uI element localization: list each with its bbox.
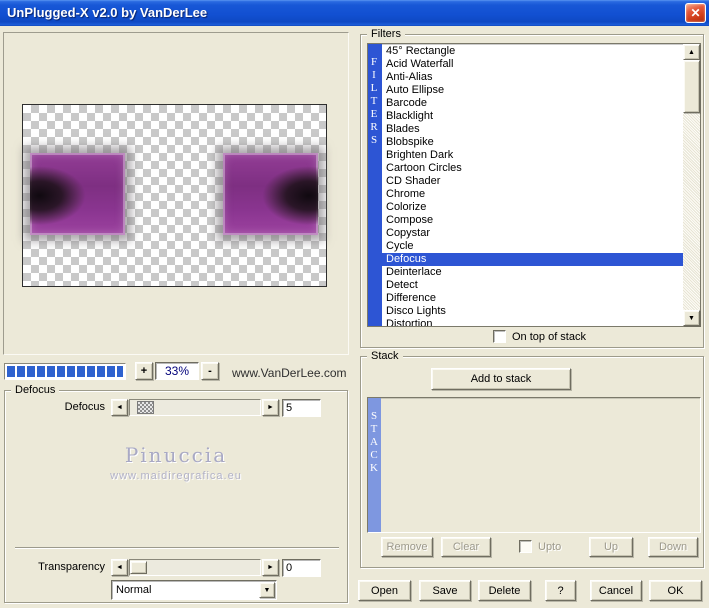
transparency-increment-button[interactable]: ► [262, 559, 279, 576]
delete-button[interactable]: Delete [478, 580, 531, 601]
save-button[interactable]: Save [419, 580, 471, 601]
arrow-left-icon: ◄ [116, 404, 123, 411]
plugin-dialog: UnPlugged-X v2.0 by VanDerLee ✕ + 33% - … [0, 0, 709, 608]
progress-fill [7, 366, 123, 377]
filter-list-item[interactable]: Copystar [382, 227, 683, 240]
defocus-slider-track[interactable] [129, 399, 261, 416]
filter-list-item[interactable]: Colorize [382, 201, 683, 214]
filter-list-item[interactable]: Difference [382, 292, 683, 305]
filter-list-item[interactable]: Blacklight [382, 110, 683, 123]
filter-list-item[interactable]: Compose [382, 214, 683, 227]
defocus-value-input[interactable] [282, 399, 321, 417]
on-top-of-stack-label: On top of stack [512, 331, 586, 343]
filter-list-item[interactable]: Auto Ellipse [382, 84, 683, 97]
watermark: Pinuccia www.maidiregrafica.eu [5, 443, 347, 482]
blend-mode-select[interactable]: Normal ▼ [111, 580, 277, 600]
render-progress-bar [4, 363, 126, 380]
ok-button[interactable]: OK [649, 580, 702, 601]
preview-image[interactable] [22, 104, 327, 287]
close-button[interactable]: ✕ [685, 3, 706, 23]
filter-list-item[interactable]: Brighten Dark [382, 149, 683, 162]
filters-list: 45° Rectangle Acid Waterfall Anti-Alias Aut… [382, 45, 683, 326]
stack-group: Stack Add to stack STACK Remove Clear Up… [360, 350, 704, 568]
titlebar[interactable]: UnPlugged-X v2.0 by VanDerLee ✕ [0, 0, 709, 26]
filters-vertical-label: FILTERS [368, 44, 382, 326]
zoom-in-button[interactable]: + [135, 362, 153, 380]
defocus-increment-button[interactable]: ► [262, 399, 279, 416]
filter-list-item[interactable]: Distortion [382, 318, 683, 326]
filter-list-item[interactable]: CD Shader [382, 175, 683, 188]
filter-list-item[interactable]: Blobspike [382, 136, 683, 149]
filter-list-item[interactable]: Chrome [382, 188, 683, 201]
filter-list-item[interactable]: Blades [382, 123, 683, 136]
filter-list-item[interactable]: Anti-Alias [382, 71, 683, 84]
stack-list: STACK [367, 397, 701, 533]
preview-panel [3, 32, 349, 355]
scroll-up-button[interactable]: ▲ [683, 44, 700, 60]
defocus-group: Defocus Defocus ◄ ► Pinuccia www.maidire… [4, 384, 348, 603]
arrow-down-icon: ▼ [688, 315, 695, 322]
filters-scrollbar[interactable]: ▲ ▼ [683, 44, 700, 326]
down-button[interactable]: Down [648, 537, 698, 557]
preview-shape-left [30, 153, 125, 235]
blend-mode-value: Normal [116, 584, 152, 596]
remove-button[interactable]: Remove [381, 537, 433, 557]
zoom-level-display: 33% [155, 362, 199, 380]
filter-list-item[interactable]: Barcode [382, 97, 683, 110]
stack-vertical-label: STACK [368, 398, 381, 532]
defocus-slider-label: Defocus [64, 401, 105, 413]
upto-label: Upto [538, 541, 562, 553]
watermark-url: www.maidiregrafica.eu [110, 470, 242, 482]
filter-list-item[interactable]: Cartoon Circles [382, 162, 683, 175]
chevron-down-icon: ▼ [263, 587, 271, 594]
filters-group: Filters FILTERS 45° Rectangle Acid Waterf… [360, 28, 704, 348]
transparency-slider-thumb[interactable] [130, 561, 147, 574]
filter-list-item[interactable]: Defocus [382, 253, 683, 266]
transparency-decrement-button[interactable]: ◄ [111, 559, 128, 576]
filter-list-item[interactable]: Deinterlace [382, 266, 683, 279]
divider [15, 547, 339, 549]
window-title: UnPlugged-X v2.0 by VanDerLee [7, 5, 208, 20]
open-button[interactable]: Open [358, 580, 411, 601]
preview-shape-right [223, 153, 318, 235]
arrow-right-icon: ► [267, 564, 274, 571]
up-button[interactable]: Up [589, 537, 633, 557]
filter-list-item[interactable]: Acid Waterfall [382, 58, 683, 71]
defocus-slider-thumb[interactable] [137, 401, 154, 414]
help-button[interactable]: ? [545, 580, 576, 601]
add-to-stack-button[interactable]: Add to stack [431, 368, 571, 390]
zoom-out-button[interactable]: - [201, 362, 219, 380]
clear-button[interactable]: Clear [441, 537, 491, 557]
transparency-value-input[interactable] [282, 559, 321, 577]
scroll-down-button[interactable]: ▼ [683, 310, 700, 326]
arrow-up-icon: ▲ [688, 49, 695, 56]
combo-dropdown-button[interactable]: ▼ [259, 582, 275, 598]
arrow-left-icon: ◄ [116, 564, 123, 571]
stack-group-legend: Stack [367, 350, 403, 362]
defocus-group-legend: Defocus [11, 384, 60, 396]
filter-list-item[interactable]: Detect [382, 279, 683, 292]
on-top-of-stack-checkbox[interactable] [493, 330, 506, 343]
transparency-slider-track[interactable] [129, 559, 261, 576]
arrow-right-icon: ► [267, 404, 274, 411]
filters-listbox: FILTERS 45° Rectangle Acid Waterfall Anti-… [367, 43, 701, 327]
scrollbar-thumb[interactable] [683, 60, 700, 113]
filters-group-legend: Filters [367, 28, 405, 40]
filter-list-item[interactable]: 45° Rectangle [382, 45, 683, 58]
filter-list-item[interactable]: Cycle [382, 240, 683, 253]
upto-checkbox[interactable] [519, 540, 532, 553]
filter-list-item[interactable]: Disco Lights [382, 305, 683, 318]
vendor-website-label: www.VanDerLee.com [232, 366, 347, 380]
cancel-button[interactable]: Cancel [590, 580, 642, 601]
watermark-title: Pinuccia [124, 443, 228, 467]
transparency-label: Transparency [38, 561, 105, 573]
close-icon: ✕ [690, 6, 701, 20]
defocus-decrement-button[interactable]: ◄ [111, 399, 128, 416]
